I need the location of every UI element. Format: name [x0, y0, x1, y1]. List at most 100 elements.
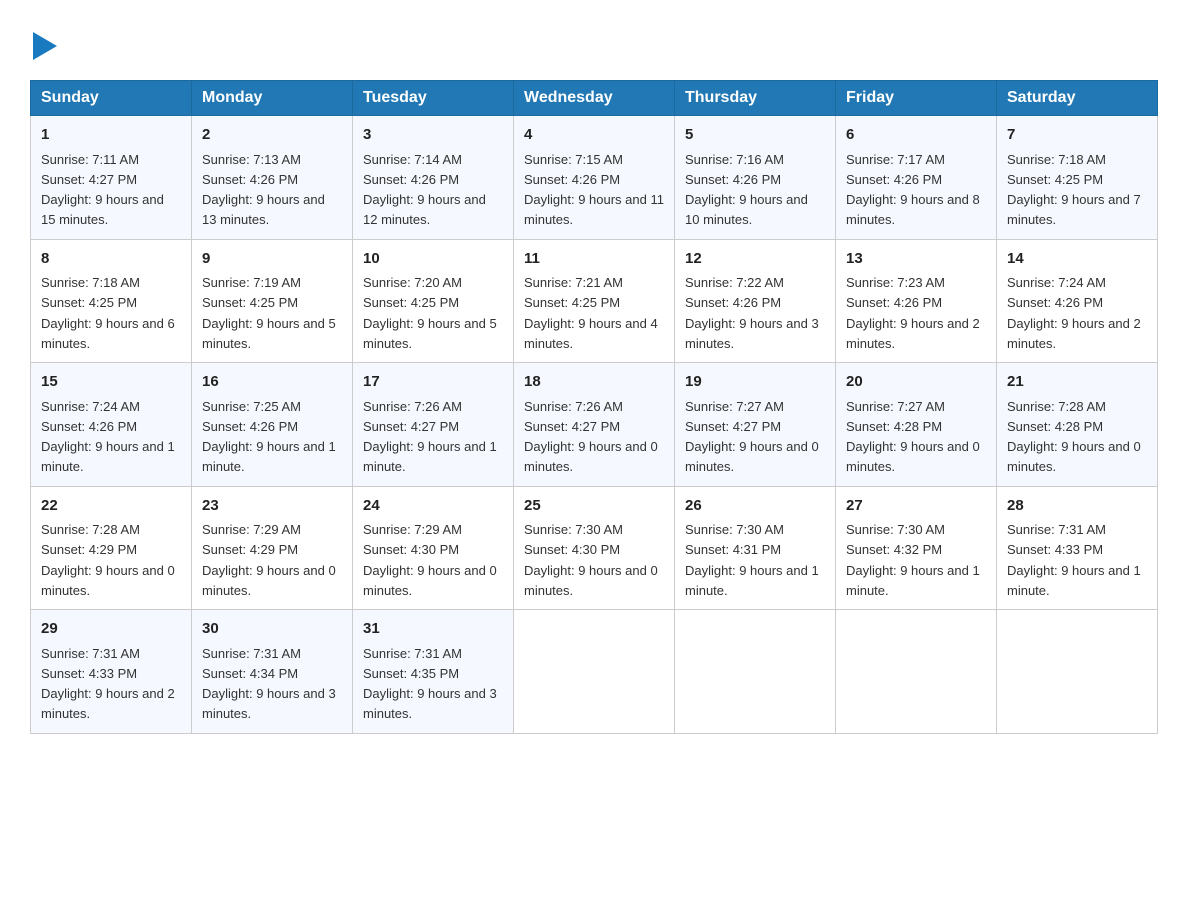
day-number: 26	[685, 495, 825, 518]
calendar-cell: 13 Sunrise: 7:23 AMSunset: 4:26 PMDayligh…	[836, 239, 997, 363]
day-header-saturday: Saturday	[997, 81, 1158, 116]
calendar-cell: 11 Sunrise: 7:21 AMSunset: 4:25 PMDayligh…	[514, 239, 675, 363]
calendar-cell: 16Sunrise: 7:25 AMSunset: 4:26 PMDayligh…	[192, 363, 353, 487]
day-number: 31	[363, 618, 503, 641]
day-number: 6	[846, 124, 986, 147]
day-info: Sunrise: 7:27 AMSunset: 4:27 PMDaylight:…	[685, 399, 819, 475]
day-number: 4	[524, 124, 664, 147]
calendar-cell: 5 Sunrise: 7:16 AMSunset: 4:26 PMDaylight…	[675, 116, 836, 240]
calendar-cell: 24Sunrise: 7:29 AMSunset: 4:30 PMDayligh…	[353, 486, 514, 610]
day-header-tuesday: Tuesday	[353, 81, 514, 116]
day-info: Sunrise: 7:30 AMSunset: 4:30 PMDaylight:…	[524, 522, 658, 598]
calendar-cell: 15Sunrise: 7:24 AMSunset: 4:26 PMDayligh…	[31, 363, 192, 487]
day-info: Sunrise: 7:14 AMSunset: 4:26 PMDaylight:…	[363, 152, 486, 228]
day-info: Sunrise: 7:31 AMSunset: 4:33 PMDaylight:…	[41, 646, 175, 722]
day-number: 7	[1007, 124, 1147, 147]
calendar-cell: 27 Sunrise: 7:30 AMSunset: 4:32 PMDayligh…	[836, 486, 997, 610]
day-info: Sunrise: 7:19 AMSunset: 4:25 PMDaylight:…	[202, 275, 336, 351]
week-row-5: 29 Sunrise: 7:31 AMSunset: 4:33 PMDayligh…	[31, 610, 1158, 734]
day-number: 25	[524, 495, 664, 518]
calendar-table: SundayMondayTuesdayWednesdayThursdayFrid…	[30, 80, 1158, 734]
day-header-wednesday: Wednesday	[514, 81, 675, 116]
day-number: 15	[41, 371, 181, 394]
day-info: Sunrise: 7:16 AMSunset: 4:26 PMDaylight:…	[685, 152, 808, 228]
day-info: Sunrise: 7:28 AMSunset: 4:29 PMDaylight:…	[41, 522, 175, 598]
calendar-cell: 22 Sunrise: 7:28 AMSunset: 4:29 PMDayligh…	[31, 486, 192, 610]
calendar-cell: 8Sunrise: 7:18 AMSunset: 4:25 PMDaylight…	[31, 239, 192, 363]
calendar-cell: 25 Sunrise: 7:30 AMSunset: 4:30 PMDayligh…	[514, 486, 675, 610]
day-info: Sunrise: 7:31 AMSunset: 4:33 PMDaylight:…	[1007, 522, 1141, 598]
day-info: Sunrise: 7:21 AMSunset: 4:25 PMDaylight:…	[524, 275, 658, 351]
day-number: 8	[41, 248, 181, 271]
day-info: Sunrise: 7:31 AMSunset: 4:35 PMDaylight:…	[363, 646, 497, 722]
calendar-cell: 10 Sunrise: 7:20 AMSunset: 4:25 PMDayligh…	[353, 239, 514, 363]
day-number: 9	[202, 248, 342, 271]
day-number: 5	[685, 124, 825, 147]
day-info: Sunrise: 7:18 AMSunset: 4:25 PMDaylight:…	[1007, 152, 1141, 228]
calendar-body: 1 Sunrise: 7:11 AMSunset: 4:27 PMDaylight…	[31, 116, 1158, 734]
day-header-monday: Monday	[192, 81, 353, 116]
day-number: 27	[846, 495, 986, 518]
calendar-cell: 2Sunrise: 7:13 AMSunset: 4:26 PMDaylight…	[192, 116, 353, 240]
day-number: 20	[846, 371, 986, 394]
day-info: Sunrise: 7:27 AMSunset: 4:28 PMDaylight:…	[846, 399, 980, 475]
day-info: Sunrise: 7:25 AMSunset: 4:26 PMDaylight:…	[202, 399, 336, 475]
day-info: Sunrise: 7:26 AMSunset: 4:27 PMDaylight:…	[363, 399, 497, 475]
day-number: 1	[41, 124, 181, 147]
day-number: 22	[41, 495, 181, 518]
calendar-cell: 20 Sunrise: 7:27 AMSunset: 4:28 PMDayligh…	[836, 363, 997, 487]
day-number: 13	[846, 248, 986, 271]
day-number: 30	[202, 618, 342, 641]
day-info: Sunrise: 7:28 AMSunset: 4:28 PMDaylight:…	[1007, 399, 1141, 475]
calendar-cell: 19Sunrise: 7:27 AMSunset: 4:27 PMDayligh…	[675, 363, 836, 487]
calendar-header: SundayMondayTuesdayWednesdayThursdayFrid…	[31, 81, 1158, 116]
calendar-cell: 21 Sunrise: 7:28 AMSunset: 4:28 PMDayligh…	[997, 363, 1158, 487]
calendar-cell: 29 Sunrise: 7:31 AMSunset: 4:33 PMDayligh…	[31, 610, 192, 734]
day-header-thursday: Thursday	[675, 81, 836, 116]
calendar-cell: 28 Sunrise: 7:31 AMSunset: 4:33 PMDayligh…	[997, 486, 1158, 610]
day-header-sunday: Sunday	[31, 81, 192, 116]
day-info: Sunrise: 7:30 AMSunset: 4:31 PMDaylight:…	[685, 522, 819, 598]
day-number: 28	[1007, 495, 1147, 518]
day-info: Sunrise: 7:22 AMSunset: 4:26 PMDaylight:…	[685, 275, 819, 351]
day-info: Sunrise: 7:29 AMSunset: 4:29 PMDaylight:…	[202, 522, 336, 598]
calendar-cell: 1 Sunrise: 7:11 AMSunset: 4:27 PMDaylight…	[31, 116, 192, 240]
week-row-2: 8Sunrise: 7:18 AMSunset: 4:25 PMDaylight…	[31, 239, 1158, 363]
days-of-week-row: SundayMondayTuesdayWednesdayThursdayFrid…	[31, 81, 1158, 116]
calendar-cell: 3 Sunrise: 7:14 AMSunset: 4:26 PMDaylight…	[353, 116, 514, 240]
day-number: 3	[363, 124, 503, 147]
page-header	[30, 30, 1158, 60]
day-number: 17	[363, 371, 503, 394]
day-info: Sunrise: 7:11 AMSunset: 4:27 PMDaylight:…	[41, 152, 164, 228]
calendar-cell: 18Sunrise: 7:26 AMSunset: 4:27 PMDayligh…	[514, 363, 675, 487]
logo-arrow-icon	[33, 32, 57, 60]
calendar-cell: 17 Sunrise: 7:26 AMSunset: 4:27 PMDayligh…	[353, 363, 514, 487]
day-info: Sunrise: 7:20 AMSunset: 4:25 PMDaylight:…	[363, 275, 497, 351]
calendar-cell: 23 Sunrise: 7:29 AMSunset: 4:29 PMDayligh…	[192, 486, 353, 610]
calendar-cell	[836, 610, 997, 734]
calendar-cell: 7 Sunrise: 7:18 AMSunset: 4:25 PMDaylight…	[997, 116, 1158, 240]
day-number: 14	[1007, 248, 1147, 271]
day-info: Sunrise: 7:17 AMSunset: 4:26 PMDaylight:…	[846, 152, 980, 228]
day-number: 29	[41, 618, 181, 641]
calendar-cell	[675, 610, 836, 734]
calendar-cell: 9 Sunrise: 7:19 AMSunset: 4:25 PMDaylight…	[192, 239, 353, 363]
calendar-cell	[514, 610, 675, 734]
day-info: Sunrise: 7:23 AMSunset: 4:26 PMDaylight:…	[846, 275, 980, 351]
week-row-3: 15Sunrise: 7:24 AMSunset: 4:26 PMDayligh…	[31, 363, 1158, 487]
day-info: Sunrise: 7:24 AMSunset: 4:26 PMDaylight:…	[1007, 275, 1141, 351]
day-info: Sunrise: 7:26 AMSunset: 4:27 PMDaylight:…	[524, 399, 658, 475]
day-info: Sunrise: 7:31 AMSunset: 4:34 PMDaylight:…	[202, 646, 336, 722]
calendar-cell: 12Sunrise: 7:22 AMSunset: 4:26 PMDayligh…	[675, 239, 836, 363]
day-info: Sunrise: 7:30 AMSunset: 4:32 PMDaylight:…	[846, 522, 980, 598]
calendar-cell: 26 Sunrise: 7:30 AMSunset: 4:31 PMDayligh…	[675, 486, 836, 610]
calendar-cell: 6 Sunrise: 7:17 AMSunset: 4:26 PMDaylight…	[836, 116, 997, 240]
day-number: 10	[363, 248, 503, 271]
day-number: 11	[524, 248, 664, 271]
calendar-cell: 4Sunrise: 7:15 AMSunset: 4:26 PMDaylight…	[514, 116, 675, 240]
day-number: 2	[202, 124, 342, 147]
calendar-cell: 31 Sunrise: 7:31 AMSunset: 4:35 PMDayligh…	[353, 610, 514, 734]
calendar-cell: 30 Sunrise: 7:31 AMSunset: 4:34 PMDayligh…	[192, 610, 353, 734]
day-number: 23	[202, 495, 342, 518]
day-number: 21	[1007, 371, 1147, 394]
